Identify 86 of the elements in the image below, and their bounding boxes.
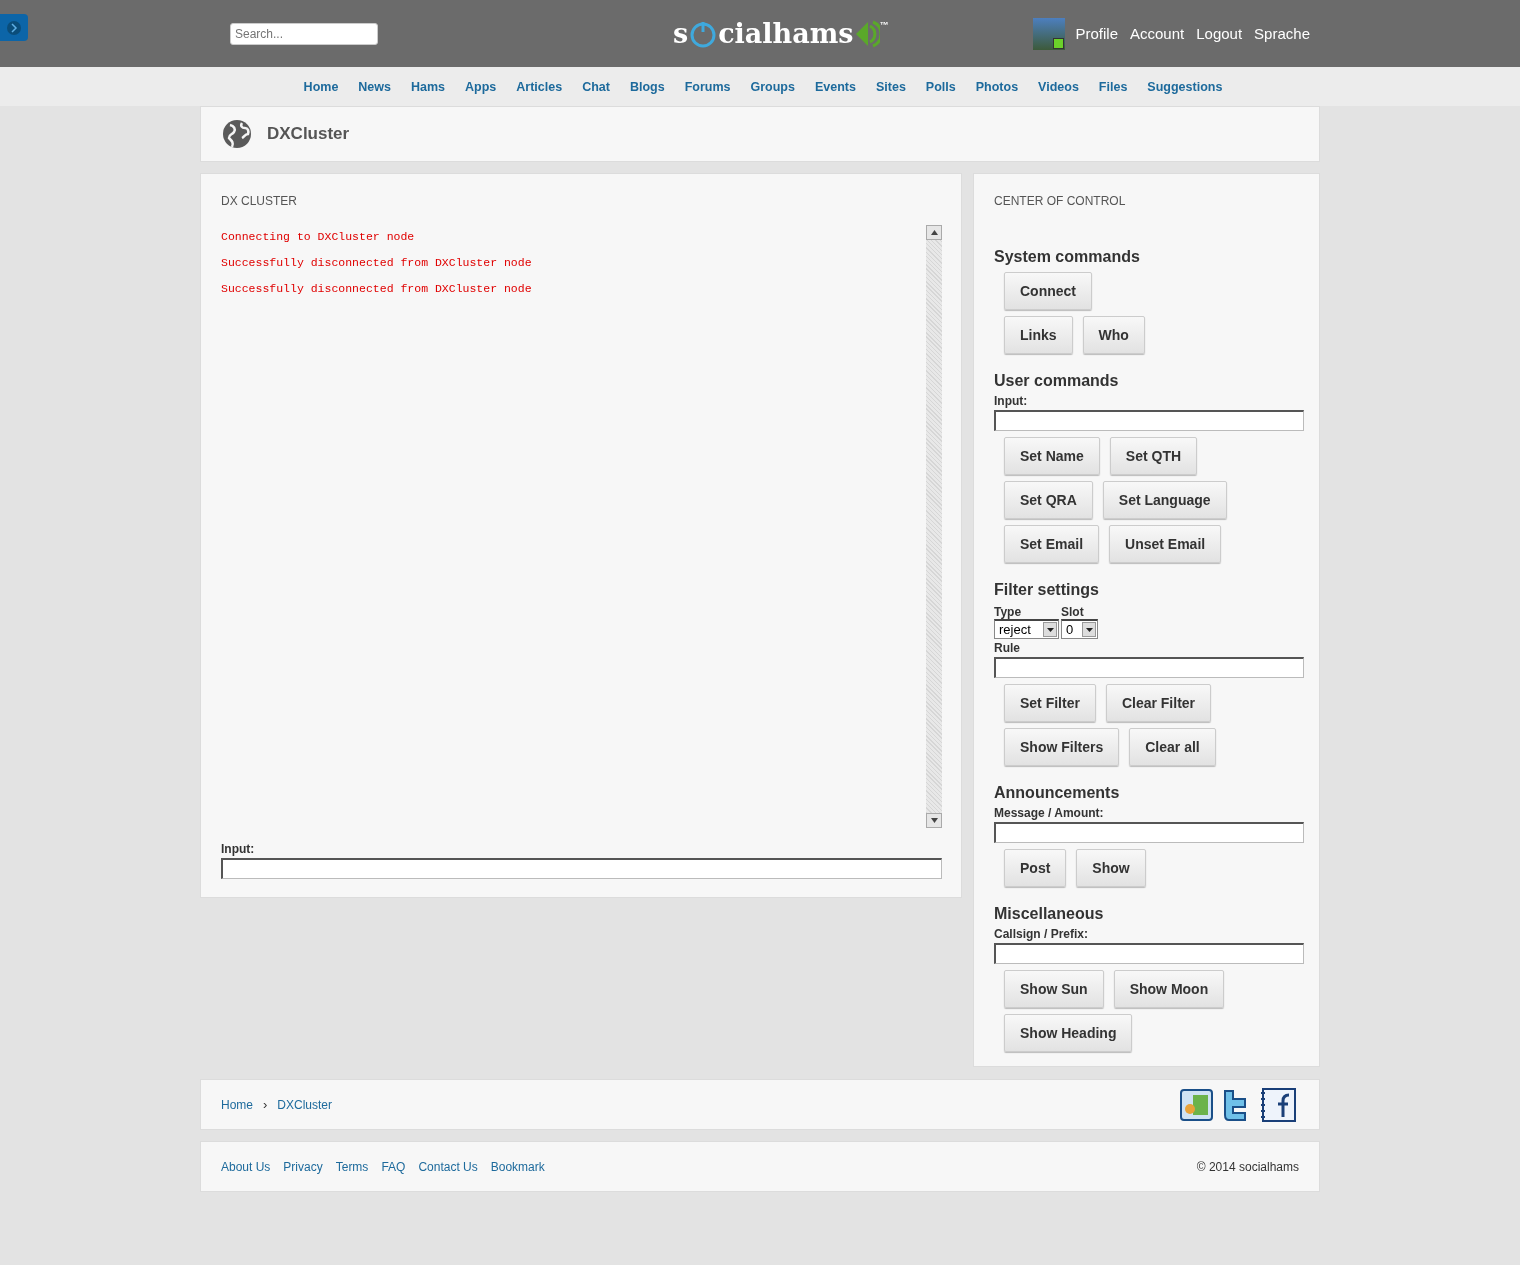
dropdown[interactable]: 0 [1061, 619, 1098, 639]
console-line: Successfully disconnected from DXCluster node [221, 282, 533, 297]
caret-icon [1085, 627, 1093, 632]
page-title: DXCluster [267, 124, 350, 144]
command-button[interactable]: Show Heading [1004, 1014, 1133, 1052]
nav-link[interactable]: Forums [684, 79, 731, 94]
nav-link[interactable]: Articles [516, 79, 563, 94]
nav-link[interactable]: Groups [750, 79, 795, 94]
footer-link[interactable]: Terms [335, 1159, 369, 1174]
field-label: Rule [994, 641, 1021, 655]
footer-link[interactable]: Privacy [283, 1159, 323, 1174]
footer-link[interactable]: FAQ [381, 1159, 406, 1174]
nav-link[interactable]: Hams [411, 79, 446, 94]
command-button[interactable]: Set QRA [1004, 481, 1093, 519]
command-button[interactable]: Show Moon [1113, 970, 1225, 1008]
user-menu-link[interactable]: Sprache [1254, 25, 1310, 42]
chevron-icon [6, 19, 22, 36]
avatar[interactable] [1033, 17, 1066, 50]
section-heading: Miscellaneous [994, 905, 1105, 923]
command-button[interactable]: Set QTH [1109, 437, 1198, 475]
breadcrumb-link[interactable]: DXCluster [277, 1097, 333, 1112]
input-field[interactable] [994, 410, 1304, 431]
nav-link[interactable]: Home [303, 79, 339, 94]
search-field[interactable]: Search... [230, 22, 378, 45]
panel-title: CENTER OF CONTROL [994, 194, 1127, 208]
sketched-square-icon[interactable] [1179, 1086, 1215, 1123]
sidebar-toggle-button[interactable] [0, 14, 28, 41]
globe-icon [222, 119, 252, 149]
input-field[interactable] [994, 657, 1304, 678]
section-heading: System commands [994, 248, 1141, 266]
user-menu-link[interactable]: Logout [1196, 25, 1243, 42]
section-heading: Announcements [994, 784, 1121, 802]
dropdown[interactable]: reject [994, 619, 1059, 639]
input-field[interactable] [994, 822, 1304, 843]
command-button[interactable]: Set Email [1004, 525, 1100, 563]
nav-link[interactable]: Events [814, 79, 856, 94]
breadcrumb-link[interactable]: Home [221, 1097, 253, 1112]
field-label: Input: [994, 394, 1029, 408]
nav-link[interactable]: News [358, 79, 391, 94]
scrollbar[interactable] [926, 225, 942, 828]
down-arrow-icon[interactable] [930, 818, 938, 823]
user-menu-link[interactable]: Account [1130, 25, 1185, 42]
user-menu-link[interactable]: Profile [1075, 25, 1118, 42]
command-button[interactable]: Set Name [1004, 437, 1100, 475]
command-button[interactable]: Set Filter [1004, 684, 1096, 722]
nav-link[interactable]: Videos [1038, 79, 1079, 94]
section-heading: Filter settings [994, 581, 1100, 599]
up-arrow-icon[interactable] [930, 230, 938, 235]
field-label: Callsign / Prefix: [994, 927, 1090, 941]
nav-link[interactable]: Polls [925, 79, 956, 94]
nav-link[interactable]: Photos [975, 79, 1019, 94]
command-button[interactable]: Who [1082, 316, 1145, 354]
command-button[interactable]: Show [1076, 849, 1146, 887]
command-button[interactable]: Set Language [1102, 481, 1227, 519]
section-heading: User commands [994, 372, 1120, 390]
panel-title: DX CLUSTER [221, 194, 298, 208]
command-button[interactable]: Clear Filter [1105, 684, 1212, 722]
nav-link[interactable]: Blogs [629, 79, 665, 94]
command-button[interactable]: Show Filters [1004, 728, 1120, 766]
caret-icon [1046, 627, 1054, 632]
command-button[interactable]: Connect [1004, 272, 1092, 310]
copyright-text: © 2014 socialhams [1196, 1159, 1299, 1174]
command-button[interactable]: Unset Email [1109, 525, 1222, 563]
nav-link[interactable]: Apps [465, 79, 497, 94]
footer-link[interactable]: Contact Us [418, 1159, 478, 1174]
command-button[interactable]: Show Sun [1004, 970, 1104, 1008]
console-line: Successfully disconnected from DXCluster node [221, 256, 533, 271]
command-button[interactable]: Post [1004, 849, 1067, 887]
field-label: Type [994, 605, 1023, 619]
nav-link[interactable]: Sites [875, 79, 906, 94]
input-field[interactable] [994, 943, 1304, 964]
command-button[interactable]: Links [1004, 316, 1073, 354]
logo: s cialhams $^{™}$ [672, 17, 889, 51]
field-label: Message / Amount: [994, 806, 1105, 820]
sketched-notebook-icon[interactable] [1259, 1086, 1299, 1123]
field-label: Slot [1061, 605, 1085, 619]
field-label: Input: [221, 842, 256, 856]
input-field[interactable] [221, 858, 942, 879]
footer-link[interactable]: About Us [221, 1159, 271, 1174]
nav-link[interactable]: Chat [582, 79, 610, 94]
breadcrumb-separator: › [263, 1097, 268, 1112]
nav-link[interactable]: Suggestions [1147, 79, 1223, 94]
console-line: Connecting to DXCluster node [221, 230, 416, 245]
footer-link[interactable]: Bookmark [490, 1159, 545, 1174]
command-button[interactable]: Clear all [1129, 728, 1216, 766]
nav-link[interactable]: Files [1098, 79, 1128, 94]
